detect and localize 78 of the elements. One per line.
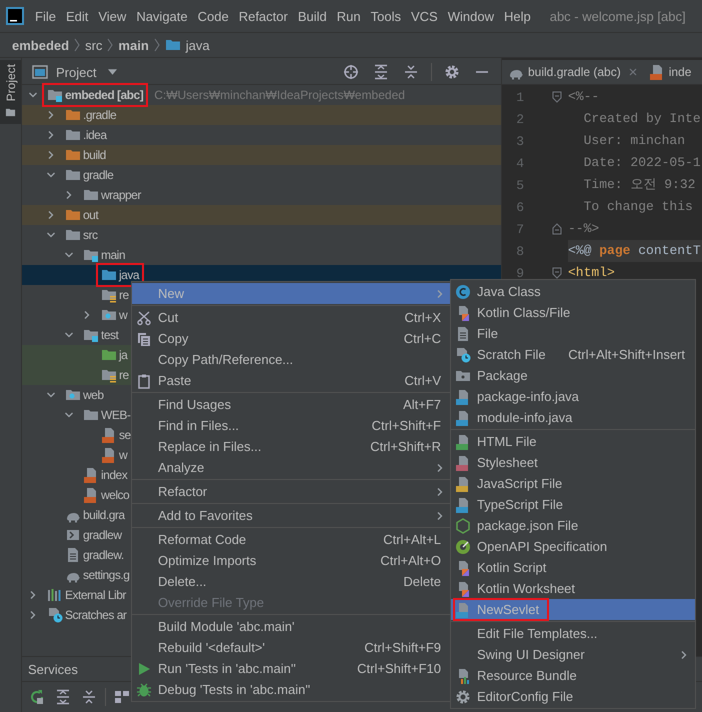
code-line: <html> [568, 264, 616, 282]
code-line: User: minchan [582, 132, 686, 150]
tree-label: w [119, 448, 128, 462]
tree-label: re [119, 368, 129, 382]
code-line: Time: 오전 9:32 [582, 176, 696, 194]
line-number: 4 [515, 156, 524, 170]
tree-label: WEB- [101, 408, 130, 422]
menu-label: Scratch File [477, 347, 546, 362]
code-line: <%-- [568, 88, 600, 106]
shortcut-text: Delete [403, 574, 442, 589]
menu-label: Swing UI Designer [477, 647, 585, 662]
tree-label: gradlew. [83, 548, 124, 562]
tree-label: wrapper [101, 188, 141, 202]
tree-label: web [83, 388, 104, 402]
menu-label: JavaScript File [477, 476, 562, 491]
menu-label: Java Class [477, 284, 541, 299]
menu-label: File [477, 326, 498, 341]
tree-label: src [83, 228, 98, 242]
tree-label: ja [119, 348, 128, 362]
tree-label: re [119, 288, 129, 302]
code-line: Date: 2022-05-1 [582, 154, 702, 172]
line-number: 5 [515, 178, 524, 192]
line-number: 3 [515, 134, 524, 148]
shortcut-text: Ctrl+Alt+L [383, 532, 442, 547]
menu-label: Resource Bundle [477, 668, 577, 683]
code-line: --%> [568, 220, 600, 238]
tree-label: java [119, 268, 140, 282]
shortcut-text: Ctrl+Shift+F10 [357, 661, 442, 676]
tree-label: index [101, 468, 128, 482]
menu-label: module-info.java [477, 410, 572, 425]
tree-label: embeded [abc] [65, 88, 144, 102]
code-line: To change this [582, 198, 694, 216]
tree-label: Scratches ar [65, 608, 126, 622]
shortcut-text: Ctrl+Alt+O [380, 553, 442, 568]
menu-label: NewSevlet [477, 602, 540, 617]
menu-label: HTML File [477, 434, 536, 449]
tree-label: External Libr [65, 588, 126, 602]
shortcut-text: Ctrl+Shift+R [370, 439, 442, 454]
tree-label: w [119, 308, 128, 322]
window-title: abc - welcome.jsp [abc] [550, 8, 686, 24]
tree-label: .gradle [83, 108, 116, 122]
menu-label: Kotlin Script [477, 560, 546, 575]
menu-label: package-info.java [477, 389, 579, 404]
line-number: 2 [515, 112, 524, 126]
line-number: 1 [515, 90, 524, 104]
tree-label: gradlew [83, 528, 122, 542]
shortcut-text: Ctrl+Alt+Shift+Insert [568, 347, 686, 362]
shortcut-text: Ctrl+V [404, 373, 442, 388]
menu-label: Edit File Templates... [477, 626, 598, 641]
line-number: 6 [515, 200, 524, 214]
tree-label: settings.g [83, 568, 130, 582]
shortcut-text: Ctrl+C [404, 331, 442, 346]
tree-label: test [101, 328, 118, 342]
menu-label: OpenAPI Specification [477, 539, 608, 554]
line-number: 7 [515, 222, 524, 236]
line-number: 9 [515, 266, 524, 280]
shortcut-text: Ctrl+X [404, 310, 442, 325]
tree-label: out [83, 208, 98, 222]
tree-label: gradle [83, 168, 114, 182]
code-line: Created by Inte [582, 110, 702, 128]
menu-label: Package [477, 368, 528, 383]
menu-label: Kotlin Worksheet [477, 581, 576, 596]
tree-label: main [101, 248, 126, 262]
shortcut-text: Ctrl+Shift+F9 [364, 640, 442, 655]
shortcut-text: Alt+F7 [403, 397, 442, 412]
tree-label: build [83, 148, 106, 162]
menu-label: EditorConfig File [477, 689, 574, 704]
tree-label: build.gra [83, 508, 125, 522]
menu-label: Kotlin Class/File [477, 305, 570, 320]
tree-label: .idea [83, 128, 107, 142]
line-number: 8 [515, 244, 524, 258]
path-text: C:₩Users₩minchan₩IdeaProjects₩embeded [154, 88, 405, 102]
menu-label: package.json File [477, 518, 578, 533]
shortcut-text: Ctrl+Shift+F [372, 418, 442, 433]
tree-label: welco [101, 488, 130, 502]
tree-label: se [119, 428, 131, 442]
menu-label: TypeScript File [477, 497, 563, 512]
menu-label: Stylesheet [477, 455, 538, 470]
